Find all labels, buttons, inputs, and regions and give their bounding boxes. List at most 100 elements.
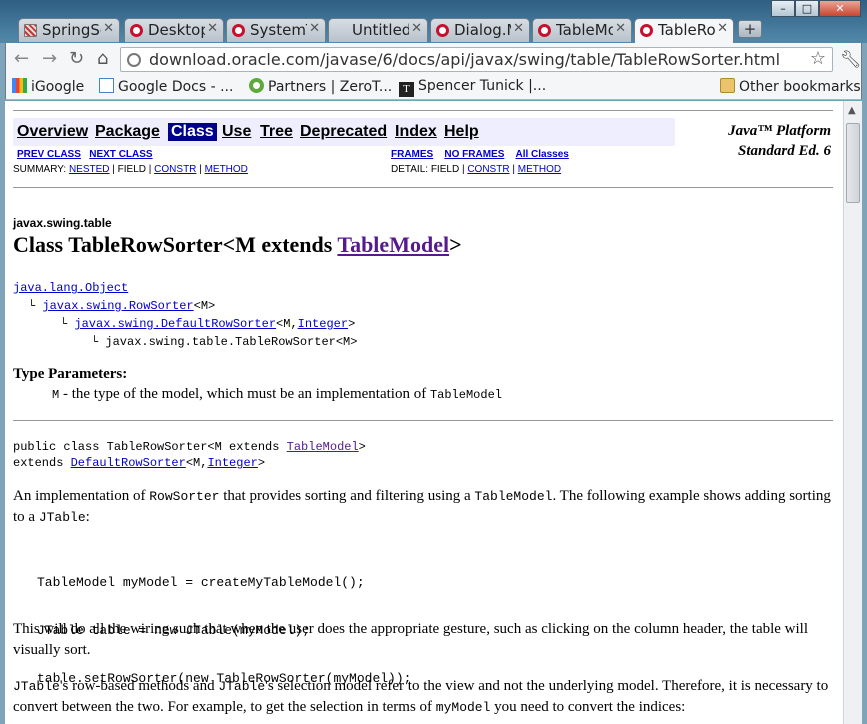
decl-integer-link[interactable]: Integer: [207, 456, 257, 470]
hierarchy-rowsorter-link[interactable]: javax.swing.RowSorter: [42, 299, 193, 313]
close-tab-icon[interactable]: ✕: [615, 21, 626, 36]
decl-defaultrowsorter-link[interactable]: DefaultRowSorter: [71, 456, 186, 470]
close-window-button[interactable]: ✕: [819, 0, 861, 17]
globe-icon: [127, 53, 141, 67]
detail-label: DETAIL: FIELD |: [391, 164, 465, 175]
no-frames-link[interactable]: NO FRAMES: [444, 149, 504, 160]
bookmark-star-icon[interactable]: ☆: [810, 48, 826, 69]
decl-tablemodel-link[interactable]: TableModel: [287, 440, 359, 454]
nav-deprecated-link[interactable]: Deprecated: [300, 123, 387, 141]
tab-dialog[interactable]: Dialog.M ✕: [430, 18, 530, 42]
close-tab-icon[interactable]: ✕: [513, 21, 524, 36]
bookmark-label: Spencer Tunick |...: [418, 78, 547, 94]
scroll-up-arrow-icon[interactable]: ▲: [848, 105, 856, 116]
other-bookmarks-button[interactable]: Other bookmarks: [720, 78, 861, 95]
class-declaration: public class TableRowSorter<M extends Ta…: [13, 439, 366, 471]
tab-label: Dialog.M: [454, 21, 511, 39]
hierarchy-generic: <M>: [193, 299, 216, 313]
docs-icon: [99, 78, 114, 93]
tab-desktop[interactable]: Desktop ✕: [124, 18, 224, 42]
tab-springsource[interactable]: SpringSo ✕: [18, 18, 120, 42]
spring-icon: [24, 24, 37, 37]
tab-systemtray[interactable]: SystemT ✕: [226, 18, 326, 42]
description-paragraph-2: This will do all the wiring such that wh…: [13, 621, 809, 658]
nav-help-link[interactable]: Help: [444, 123, 479, 141]
tree-branch-icon: └: [60, 317, 75, 331]
summary-constr-link[interactable]: CONSTR: [154, 164, 196, 175]
prev-class-link[interactable]: PREV CLASS: [17, 149, 81, 160]
tab-label: TableRo: [658, 21, 715, 39]
close-tab-icon[interactable]: ✕: [103, 21, 114, 36]
page-content: Overview Package Class Use Tree Deprecat…: [5, 101, 843, 724]
bookmark-item[interactable]: Google Docs - ...: [99, 78, 233, 95]
next-class-link[interactable]: NEXT CLASS: [89, 149, 152, 160]
type-params-heading: Type Parameters:: [13, 366, 128, 382]
summary-nested-link[interactable]: NESTED: [69, 164, 110, 175]
scrollbar-thumb[interactable]: [846, 123, 860, 203]
tab-label: TableMo: [556, 21, 613, 39]
nav-package-link[interactable]: Package: [95, 123, 160, 141]
nav-tree-link[interactable]: Tree: [260, 123, 293, 141]
all-classes-link[interactable]: All Classes: [515, 149, 568, 160]
close-tab-icon[interactable]: ✕: [411, 21, 422, 36]
close-tab-icon[interactable]: ✕: [207, 21, 218, 36]
summary-method-link[interactable]: METHOD: [205, 164, 248, 175]
divider: [13, 110, 833, 111]
home-icon[interactable]: ⌂: [97, 48, 108, 69]
back-arrow-icon[interactable]: ←: [14, 48, 29, 69]
tree-branch-icon: └: [91, 335, 106, 349]
detail-separator: |: [512, 164, 515, 175]
address-url[interactable]: download.oracle.com/javase/6/docs/api/ja…: [149, 50, 780, 69]
bookmark-item[interactable]: T Spencer Tunick |...: [399, 78, 546, 97]
inline-code: myModel: [435, 700, 491, 715]
code-line: TableModel myModel = createMyTableModel(…: [37, 575, 365, 590]
javadoc-navbar: Overview Package Class Use Tree Deprecat…: [13, 118, 675, 146]
text: :: [85, 509, 90, 525]
text: you need to convert the indices:: [490, 699, 686, 715]
hierarchy-object-link[interactable]: java.lang.Object: [13, 281, 128, 295]
summary-separator: |: [199, 164, 202, 175]
inline-code: RowSorter: [149, 489, 220, 504]
text: 's row-based methods and: [59, 678, 219, 694]
package-name: javax.swing.table: [13, 216, 112, 230]
inline-code: JTable: [38, 510, 86, 525]
description-paragraph-1: An implementation of RowSorter that prov…: [13, 486, 833, 528]
reload-icon[interactable]: ↻: [69, 48, 84, 69]
type-param-desc: - the type of the model, which must be a…: [59, 386, 430, 402]
oracle-icon: [538, 24, 551, 37]
nav-use-link[interactable]: Use: [222, 123, 251, 141]
bookmark-item[interactable]: iGoogle: [12, 78, 84, 95]
summary-line: SUMMARY: NESTED | FIELD | CONSTR | METHO…: [13, 164, 248, 175]
forward-arrow-icon[interactable]: →: [42, 48, 57, 69]
detail-method-link[interactable]: METHOD: [518, 164, 561, 175]
nav-overview-link[interactable]: Overview: [17, 123, 88, 141]
minimize-button[interactable]: –: [771, 0, 795, 17]
wrench-icon[interactable]: 🔧︎: [840, 50, 862, 70]
text: that provides sorting and filtering usin…: [219, 488, 475, 504]
vertical-scrollbar[interactable]: ▲: [843, 101, 862, 724]
decl-text: >: [358, 440, 366, 454]
tab-tablerowsorter[interactable]: TableRo ✕: [634, 18, 734, 43]
description-paragraph-3: JTable's row-based methods and JTable's …: [13, 676, 833, 718]
tab-label: SystemT: [250, 21, 307, 39]
oracle-icon: [640, 24, 653, 37]
detail-constr-link[interactable]: CONSTR: [467, 164, 509, 175]
close-tab-icon[interactable]: ✕: [309, 21, 320, 36]
hierarchy-defaultrowsorter-link[interactable]: javax.swing.DefaultRowSorter: [74, 317, 276, 331]
platform-line2: Standard Ed. 6: [738, 143, 831, 159]
summary-label: SUMMARY:: [13, 164, 67, 175]
hierarchy-integer-link[interactable]: Integer: [298, 317, 348, 331]
title-text: Class TableRowSorter<M extends: [13, 232, 338, 257]
close-tab-icon[interactable]: ✕: [717, 21, 728, 36]
tab-tablemodel[interactable]: TableMo ✕: [532, 18, 632, 42]
frames-link[interactable]: FRAMES: [391, 149, 433, 160]
maximize-button[interactable]: □: [795, 0, 819, 17]
hierarchy-generic: <M,: [276, 317, 298, 331]
address-bar[interactable]: download.oracle.com/javase/6/docs/api/ja…: [120, 47, 833, 72]
nav-index-link[interactable]: Index: [395, 123, 437, 141]
bookmark-item[interactable]: Partners | ZeroT...: [249, 78, 392, 95]
new-tab-button[interactable]: +: [738, 20, 762, 38]
tab-untitled[interactable]: Untitled ✕: [328, 18, 428, 42]
title-tablemodel-link[interactable]: TableModel: [337, 232, 449, 257]
blank-icon: [334, 24, 347, 37]
